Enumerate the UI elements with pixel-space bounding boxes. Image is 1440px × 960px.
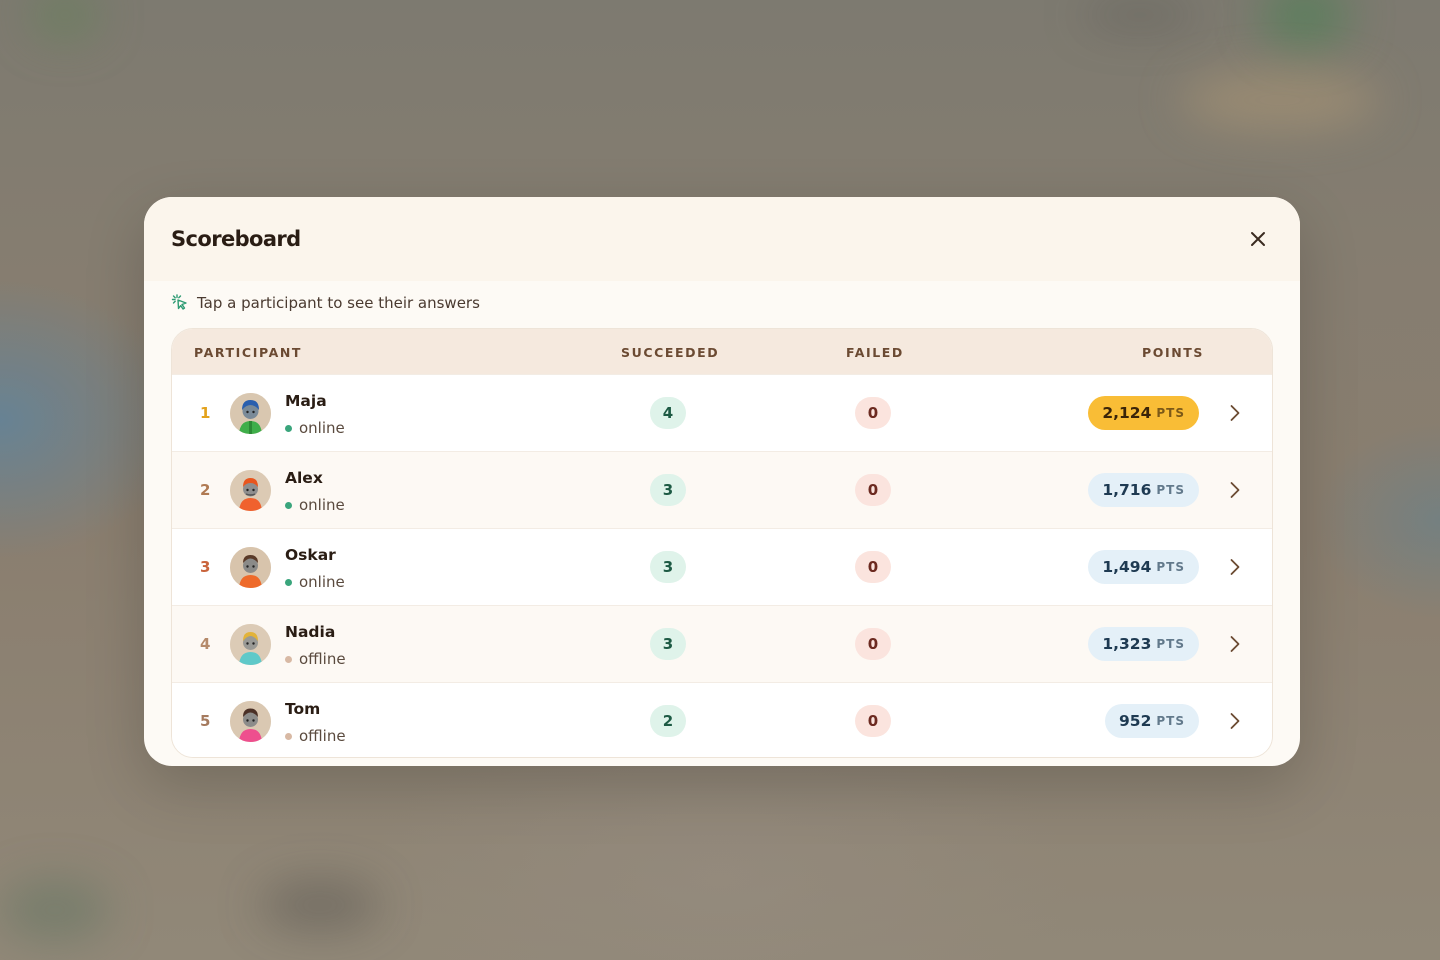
header-succeeded: SUCCEEDED xyxy=(621,345,720,360)
chevron-right-icon xyxy=(1230,559,1240,575)
points-unit: PTS xyxy=(1156,714,1185,728)
succeeded-count: 3 xyxy=(650,551,686,583)
failed-count: 0 xyxy=(855,397,891,429)
failed-count: 0 xyxy=(855,474,891,506)
header-participant: PARTICIPANT xyxy=(194,345,303,360)
status-dot xyxy=(285,655,292,663)
avatar xyxy=(230,624,271,665)
participant-status: offline xyxy=(285,727,346,745)
avatar xyxy=(230,470,271,511)
succeeded-count: 3 xyxy=(650,474,686,506)
close-button[interactable] xyxy=(1246,227,1270,251)
scoreboard-modal: Scoreboard Tap a participant to see thei… xyxy=(144,197,1300,766)
participant-status: online xyxy=(285,573,345,591)
chevron-right-icon xyxy=(1230,482,1240,498)
participant-row-maja[interactable]: 1 Maja online 4 0 2,124 PTS xyxy=(172,374,1272,451)
points-unit: PTS xyxy=(1156,483,1185,497)
close-icon xyxy=(1251,232,1265,246)
row-open-button[interactable] xyxy=(1225,634,1245,654)
table-header: PARTICIPANT SUCCEEDED FAILED POINTS xyxy=(172,329,1272,374)
points-value: 1,494 xyxy=(1102,558,1152,576)
points-badge: 1,494 PTS xyxy=(1088,550,1199,584)
points-badge: 1,716 PTS xyxy=(1088,473,1199,507)
points-unit: PTS xyxy=(1156,637,1185,651)
participant-name: Maja xyxy=(285,392,327,410)
avatar xyxy=(230,393,271,434)
hint-text: Tap a participant to see their answers xyxy=(197,294,480,312)
status-dot xyxy=(285,732,292,740)
succeeded-count: 2 xyxy=(650,705,686,737)
scoreboard-table: PARTICIPANT SUCCEEDED FAILED POINTS 1 Ma… xyxy=(171,328,1273,758)
status-label: online xyxy=(299,573,345,591)
chevron-right-icon xyxy=(1230,713,1240,729)
avatar xyxy=(230,547,271,588)
points-badge: 952 PTS xyxy=(1105,704,1199,738)
participant-row-alex[interactable]: 2 Alex online 3 0 1,716 PTS xyxy=(172,451,1272,528)
hint-row: Tap a participant to see their answers xyxy=(171,293,480,313)
failed-count: 0 xyxy=(855,705,891,737)
succeeded-count: 4 xyxy=(650,397,686,429)
status-label: online xyxy=(299,496,345,514)
points-unit: PTS xyxy=(1156,406,1185,420)
points-badge: 2,124 PTS xyxy=(1088,396,1199,430)
row-open-button[interactable] xyxy=(1225,711,1245,731)
participant-status: offline xyxy=(285,650,346,668)
participant-row-oskar[interactable]: 3 Oskar online 3 0 1,494 PTS xyxy=(172,528,1272,605)
row-open-button[interactable] xyxy=(1225,557,1245,577)
points-badge: 1,323 PTS xyxy=(1088,627,1199,661)
participant-status: online xyxy=(285,496,345,514)
participant-name: Oskar xyxy=(285,546,336,564)
status-label: online xyxy=(299,419,345,437)
row-open-button[interactable] xyxy=(1225,480,1245,500)
participant-name: Tom xyxy=(285,700,321,718)
header-points: POINTS xyxy=(1142,345,1205,360)
status-dot xyxy=(285,501,292,509)
failed-count: 0 xyxy=(855,551,891,583)
status-dot xyxy=(285,424,292,432)
participant-name: Nadia xyxy=(285,623,336,641)
participant-status: online xyxy=(285,419,345,437)
rank: 3 xyxy=(200,558,211,576)
participant-name: Alex xyxy=(285,469,323,487)
rank: 5 xyxy=(200,712,211,730)
points-value: 2,124 xyxy=(1102,404,1152,422)
modal-title: Scoreboard xyxy=(171,227,301,251)
points-unit: PTS xyxy=(1156,560,1185,574)
failed-count: 0 xyxy=(855,628,891,660)
rank: 2 xyxy=(200,481,211,499)
rank: 1 xyxy=(200,404,211,422)
status-label: offline xyxy=(299,727,346,745)
succeeded-count: 3 xyxy=(650,628,686,660)
tap-sparkle-icon xyxy=(171,294,187,310)
row-open-button[interactable] xyxy=(1225,403,1245,423)
points-value: 952 xyxy=(1119,712,1152,730)
rank: 4 xyxy=(200,635,211,653)
chevron-right-icon xyxy=(1230,636,1240,652)
header-failed: FAILED xyxy=(846,345,904,360)
status-label: offline xyxy=(299,650,346,668)
points-value: 1,323 xyxy=(1102,635,1152,653)
chevron-right-icon xyxy=(1230,405,1240,421)
participant-row-tom[interactable]: 5 Tom offline 2 0 952 PTS xyxy=(172,682,1272,757)
status-dot xyxy=(285,578,292,586)
points-value: 1,716 xyxy=(1102,481,1152,499)
avatar xyxy=(230,701,271,742)
modal-header: Scoreboard xyxy=(144,197,1300,281)
participant-row-nadia[interactable]: 4 Nadia offline 3 0 1,323 PTS xyxy=(172,605,1272,682)
